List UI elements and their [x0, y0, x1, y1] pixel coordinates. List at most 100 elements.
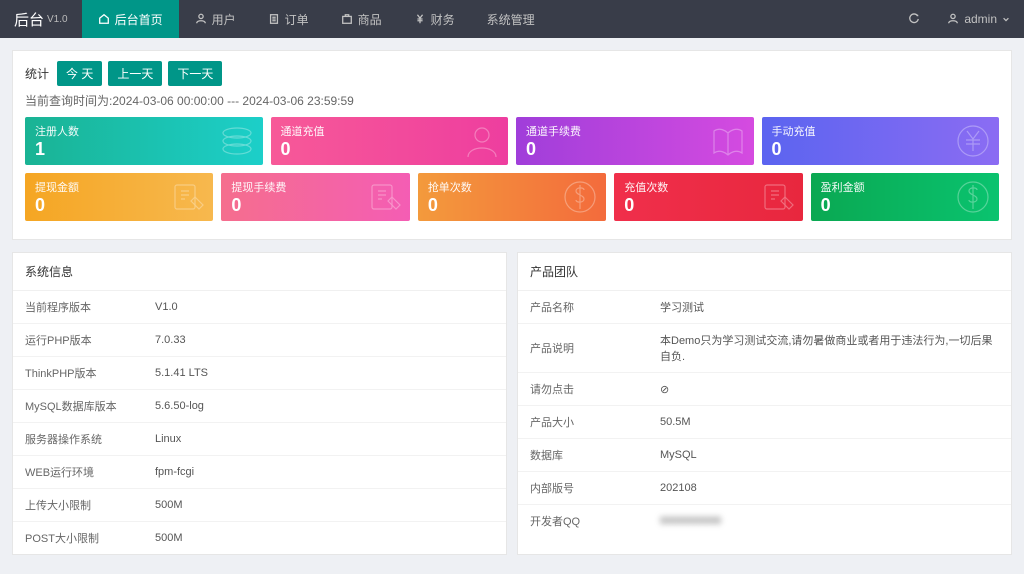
stat-card: 通道充值0	[271, 117, 509, 165]
row-key: ThinkPHP版本	[13, 357, 143, 390]
product-team-panel: 产品团队 产品名称学习测试产品说明本Demo只为学习测试交流,请勿暑做商业或者用…	[517, 252, 1012, 555]
chevron-down-icon	[1002, 15, 1010, 23]
order-icon	[268, 13, 280, 25]
table-row: WEB运行环境fpm-fcgi	[13, 456, 506, 489]
row-value: MySQL	[648, 439, 1011, 472]
nav-label: 用户	[212, 11, 236, 28]
table-row: 请勿点击⊘	[518, 373, 1011, 406]
yen-icon	[414, 13, 426, 25]
nav-item-5[interactable]: 系统管理	[471, 0, 551, 38]
row-value: V1.0	[143, 291, 506, 324]
brand-name: 后台	[14, 9, 44, 30]
row-value: 本Demo只为学习测试交流,请勿暑做商业或者用于违法行为,一切后果自负.	[648, 324, 1011, 373]
row-value: 7.0.33	[143, 324, 506, 357]
row-value: 500M	[143, 522, 506, 555]
row-key: 数据库	[518, 439, 648, 472]
book-icon	[710, 123, 746, 159]
product-team-title: 产品团队	[518, 253, 1011, 291]
brand-version: V1.0	[47, 14, 68, 25]
table-row: 运行PHP版本7.0.33	[13, 324, 506, 357]
yen-circle-icon	[955, 123, 991, 159]
stat-card: 注册人数1	[25, 117, 263, 165]
row-key: 服务器操作系统	[13, 423, 143, 456]
row-value: 5.1.41 LTS	[143, 357, 506, 390]
layers-icon	[219, 123, 255, 159]
table-row: 产品名称学习测试	[518, 291, 1011, 324]
row-key: 运行PHP版本	[13, 324, 143, 357]
row-key: 产品说明	[518, 324, 648, 373]
person-icon	[464, 123, 500, 159]
row-key: 产品大小	[518, 406, 648, 439]
user-icon	[195, 13, 207, 25]
user-icon	[947, 13, 959, 25]
row-value: 202108	[648, 472, 1011, 505]
main-nav: 后台首页 用户 订单 商品财务系统管理	[82, 0, 551, 38]
stat-button-2[interactable]: 下一天	[168, 61, 222, 86]
nav-item-4[interactable]: 财务	[398, 0, 471, 38]
nav-item-0[interactable]: 后台首页	[82, 0, 179, 38]
info-columns: 系统信息 当前程序版本V1.0运行PHP版本7.0.33ThinkPHP版本5.…	[12, 252, 1012, 555]
row-key: 开发者QQ	[518, 505, 648, 538]
refresh-button[interactable]	[895, 0, 933, 38]
row-value: Linux	[143, 423, 506, 456]
row-key: 内部版号	[518, 472, 648, 505]
dollar-icon	[562, 179, 598, 215]
stat-button-0[interactable]: 今 天	[57, 61, 102, 86]
edit-icon	[759, 179, 795, 215]
table-row: POST大小限制500M	[13, 522, 506, 555]
stat-card: 抢单次数0	[418, 173, 606, 221]
user-name: admin	[964, 12, 997, 26]
table-row: 当前程序版本V1.0	[13, 291, 506, 324]
system-info-panel: 系统信息 当前程序版本V1.0运行PHP版本7.0.33ThinkPHP版本5.…	[12, 252, 507, 555]
row-value: 0000000000	[648, 505, 1011, 538]
stats-cards-row-2: 提现金额0提现手续费0抢单次数0充值次数0盈利金额0	[25, 173, 999, 221]
row-key: 产品名称	[518, 291, 648, 324]
stat-card: 手动充值0	[762, 117, 1000, 165]
row-key: 当前程序版本	[13, 291, 143, 324]
time-range-text: 当前查询时间为:2024-03-06 00:00:00 --- 2024-03-…	[25, 92, 999, 109]
row-key: 上传大小限制	[13, 489, 143, 522]
stat-card: 提现手续费0	[221, 173, 409, 221]
page-content: 统计 今 天上一天下一天 当前查询时间为:2024-03-06 00:00:00…	[0, 38, 1024, 567]
nav-right: admin	[895, 0, 1024, 38]
edit-icon	[169, 179, 205, 215]
home-icon	[98, 13, 110, 25]
table-row: 产品大小50.5M	[518, 406, 1011, 439]
edit-icon	[366, 179, 402, 215]
nav-label: 订单	[285, 11, 309, 28]
nav-item-1[interactable]: 用户	[179, 0, 252, 38]
nav-label: 后台首页	[115, 11, 163, 28]
row-key: WEB运行环境	[13, 456, 143, 489]
nav-item-2[interactable]: 订单	[252, 0, 325, 38]
table-row: 数据库MySQL	[518, 439, 1011, 472]
stat-card: 盈利金额0	[811, 173, 999, 221]
table-row: 产品说明本Demo只为学习测试交流,请勿暑做商业或者用于违法行为,一切后果自负.	[518, 324, 1011, 373]
nav-label: 商品	[358, 11, 382, 28]
table-row: 服务器操作系统Linux	[13, 423, 506, 456]
row-key: POST大小限制	[13, 522, 143, 555]
table-row: ThinkPHP版本5.1.41 LTS	[13, 357, 506, 390]
top-navbar: 后台 V1.0 后台首页 用户 订单 商品财务系统管理 admin	[0, 0, 1024, 38]
nav-item-3[interactable]: 商品	[325, 0, 398, 38]
row-value: ⊘	[648, 373, 1011, 406]
stat-filter-row: 统计 今 天上一天下一天	[25, 61, 999, 86]
row-value: fpm-fcgi	[143, 456, 506, 489]
stat-button-1[interactable]: 上一天	[108, 61, 162, 86]
row-key: 请勿点击	[518, 373, 648, 406]
row-value: 5.6.50-log	[143, 390, 506, 423]
goods-icon	[341, 13, 353, 25]
stats-cards-row-1: 注册人数1通道充值0通道手续费0手动充值0	[25, 117, 999, 165]
stat-card: 通道手续费0	[516, 117, 754, 165]
table-row: 内部版号202108	[518, 472, 1011, 505]
nav-label: 系统管理	[487, 11, 535, 28]
system-info-table: 当前程序版本V1.0运行PHP版本7.0.33ThinkPHP版本5.1.41 …	[13, 291, 506, 554]
stat-card: 提现金额0	[25, 173, 213, 221]
dashboard-panel: 统计 今 天上一天下一天 当前查询时间为:2024-03-06 00:00:00…	[12, 50, 1012, 240]
user-menu[interactable]: admin	[933, 0, 1024, 38]
row-value: 学习测试	[648, 291, 1011, 324]
table-row: MySQL数据库版本5.6.50-log	[13, 390, 506, 423]
system-info-title: 系统信息	[13, 253, 506, 291]
row-key: MySQL数据库版本	[13, 390, 143, 423]
table-row: 开发者QQ0000000000	[518, 505, 1011, 538]
table-row: 上传大小限制500M	[13, 489, 506, 522]
